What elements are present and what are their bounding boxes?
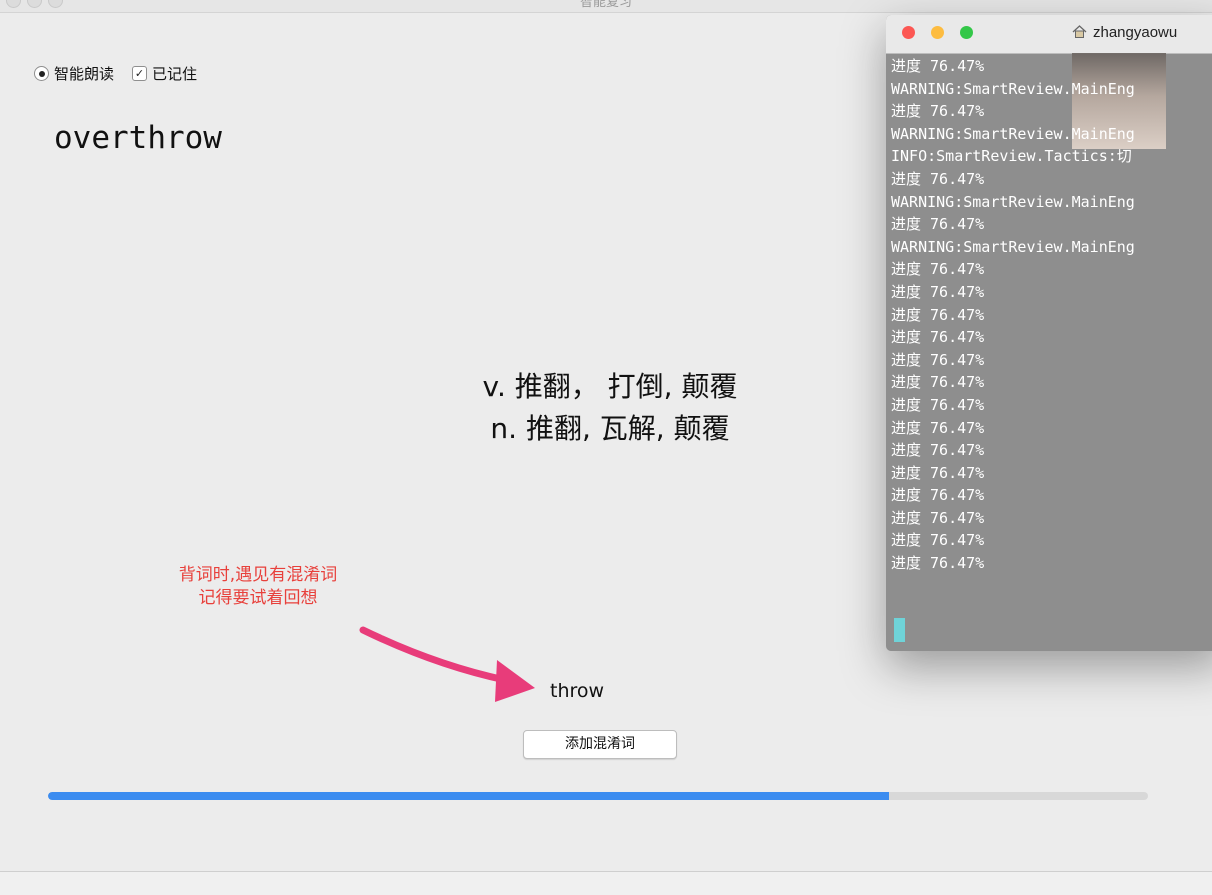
remembered-label[interactable]: 已记住 xyxy=(152,63,197,84)
terminal-line: 进度 76.47% xyxy=(891,215,985,234)
terminal-titlebar: zhangyaowu xyxy=(886,15,1212,54)
terminal-line: 进度 76.47% xyxy=(891,508,985,527)
review-progress-bar xyxy=(48,792,1148,800)
terminal-line: 进度 76.47% xyxy=(891,441,985,460)
noun-definition: n. 推翻, 瓦解, 颠覆 xyxy=(490,412,730,445)
annotation-line-1: 背词时,遇见有混淆词 xyxy=(178,565,338,585)
terminal-line: WARNING:SmartReview.MainEng xyxy=(891,192,1135,211)
terminal-line: 进度 76.47% xyxy=(891,418,985,437)
confused-word: throw xyxy=(550,680,605,702)
terminal-line: INFO:SmartReview.Tactics:切 xyxy=(891,147,1132,166)
smart-read-label[interactable]: 智能朗读 xyxy=(54,63,114,84)
terminal-cursor xyxy=(894,618,905,642)
terminal-line: 进度 76.47% xyxy=(891,373,985,392)
verb-definition: v. 推翻， 打倒, 颠覆 xyxy=(482,370,738,403)
remembered-checkbox[interactable]: ✓ xyxy=(132,66,148,81)
terminal-line: 进度 76.47% xyxy=(891,282,985,301)
terminal-line: 进度 76.47% xyxy=(891,305,985,324)
terminal-line: 进度 76.47% xyxy=(891,260,985,279)
current-word: overthrow xyxy=(54,120,222,156)
terminal-line: WARNING:SmartReview.MainEng xyxy=(891,124,1135,143)
home-icon xyxy=(1072,25,1087,38)
terminal-line: 进度 76.47% xyxy=(891,169,985,188)
add-confused-word-button[interactable]: 添加混淆词 xyxy=(523,730,677,759)
terminal-line: 进度 76.47% xyxy=(891,102,985,121)
terminal-minimize-icon[interactable] xyxy=(931,26,944,39)
terminal-line: 进度 76.47% xyxy=(891,328,985,347)
terminal-line: 进度 76.47% xyxy=(891,463,985,482)
status-footer xyxy=(0,872,1212,895)
terminal-line: 进度 76.47% xyxy=(891,395,985,414)
annotation-note: 背词时,遇见有混淆词 记得要试着回想 xyxy=(108,564,408,610)
terminal-line: 进度 76.47% xyxy=(891,554,985,573)
annotation-line-2: 记得要试着回想 xyxy=(198,588,318,608)
terminal-line: WARNING:SmartReview.MainEng xyxy=(891,79,1135,98)
smart-read-radio[interactable] xyxy=(34,66,49,81)
terminal-window[interactable]: zhangyaowu 进度 76.47% WARNING:SmartReview.… xyxy=(886,15,1212,651)
progress-fill xyxy=(48,792,890,800)
terminal-line: 进度 76.47% xyxy=(891,486,985,505)
annotation-arrow-icon xyxy=(359,626,535,702)
options-bar: 智能朗读 ✓ 已记住 xyxy=(34,63,197,84)
terminal-line: 进度 76.47% xyxy=(891,350,985,369)
terminal-zoom-icon[interactable] xyxy=(960,26,973,39)
definitions: v. 推翻， 打倒, 颠覆 n. 推翻, 瓦解, 颠覆 xyxy=(420,366,800,450)
terminal-title: zhangyaowu xyxy=(1093,24,1178,41)
terminal-output: 进度 76.47% WARNING:SmartReview.MainEng 进度 7… xyxy=(891,55,1135,575)
window-titlebar: 智能复习 xyxy=(0,0,1212,13)
terminal-line: 进度 76.47% xyxy=(891,57,985,75)
window-title: 智能复习 xyxy=(579,0,632,10)
terminal-line: WARNING:SmartReview.MainEng xyxy=(891,237,1135,256)
terminal-line: 进度 76.47% xyxy=(891,531,985,550)
terminal-close-icon[interactable] xyxy=(902,26,915,39)
